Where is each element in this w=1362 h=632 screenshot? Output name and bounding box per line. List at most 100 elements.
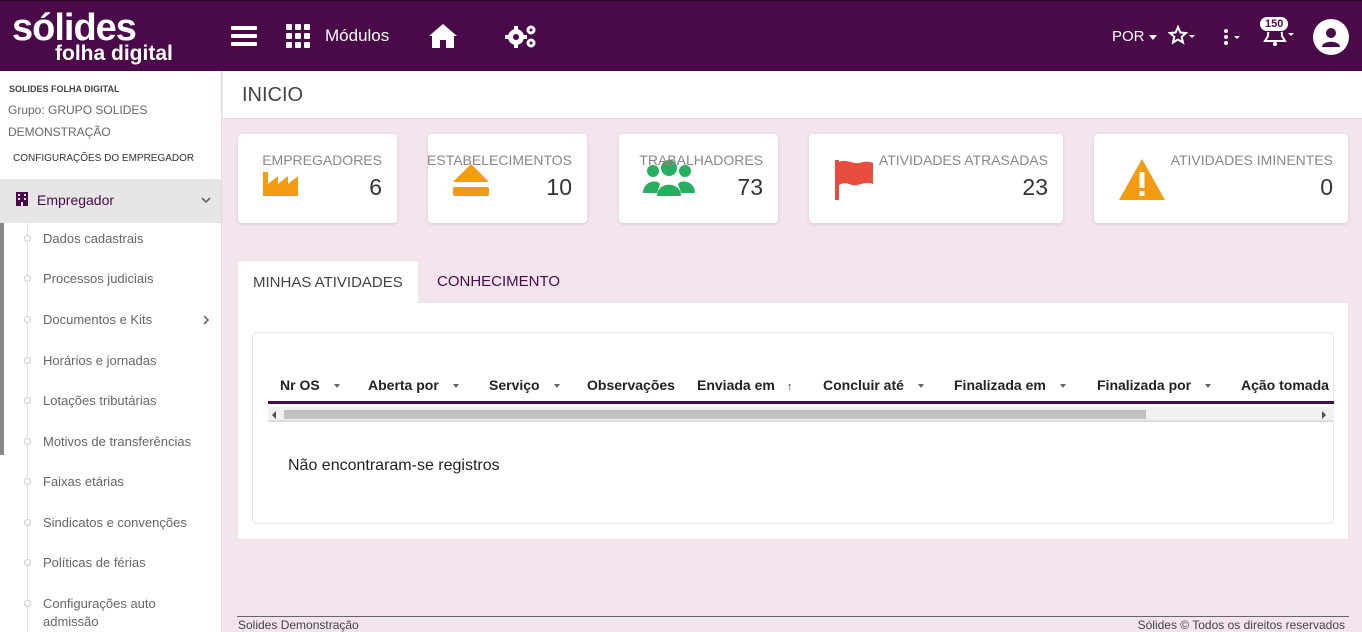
notifications-badge: 150 — [1259, 16, 1290, 32]
settings-gears-icon[interactable] — [504, 22, 538, 50]
sort-caret-icon — [1205, 384, 1212, 389]
tab-minhas-atividades[interactable]: MINHAS ATIVIDADES — [237, 260, 419, 303]
empty-table-message: Não encontraram-se registros — [288, 457, 500, 474]
sidebar-config-title: CONFIGURAÇÕES DO EMPREGADOR — [13, 153, 195, 164]
table-header-row: Nr OS Aberta por Serviço Observações Env… — [268, 372, 1334, 404]
sidebar-subitem[interactable]: Processos judiciais — [43, 270, 203, 288]
sidebar-subitem[interactable]: Configurações auto admissão — [43, 595, 203, 631]
chevron-right-icon — [203, 315, 210, 325]
sidebar-subitem[interactable]: Faixas etárias — [43, 473, 203, 491]
sidebar-subitem[interactable]: Motivos de transferências — [43, 433, 203, 451]
card-value: 10 — [546, 174, 572, 200]
card-trabalhadores[interactable]: TRABALHADORES 73 — [619, 134, 778, 223]
column-header-finalizada-em[interactable]: Finalizada em — [954, 377, 1066, 393]
scroll-left-arrow-icon[interactable] — [272, 411, 276, 419]
language-label: POR — [1112, 28, 1145, 45]
home-icon[interactable] — [428, 22, 458, 50]
footer-company: Solides Demonstração — [238, 618, 359, 632]
column-header-label: Finalizada em — [954, 377, 1046, 393]
sidebar-item-empregador[interactable]: Empregador — [0, 179, 221, 223]
sidebar-item-label: Empregador — [37, 192, 115, 208]
column-header-label: Ação tomada — [1241, 377, 1329, 393]
tree-node-dot — [24, 357, 31, 364]
tree-node-dot — [24, 275, 31, 282]
sidebar-subitem[interactable]: Documentos e Kits — [43, 311, 203, 329]
table-horizontal-scrollbar[interactable] — [268, 407, 1334, 422]
sort-caret-icon — [917, 384, 924, 389]
card-estabelecimentos[interactable]: ESTABELECIMENTOS 10 — [427, 134, 587, 223]
sidebar-tree-line — [27, 223, 28, 632]
table-container — [252, 332, 1334, 524]
modules-grid-icon[interactable] — [286, 24, 310, 48]
column-header-label: Aberta por — [368, 377, 439, 393]
tree-node-dot — [24, 235, 31, 242]
tree-node-dot — [24, 519, 31, 526]
top-navbar: sólides folha digital Módulos POR 150 — [0, 0, 1362, 71]
sidebar-subitem[interactable]: Horários e jornadas — [43, 352, 203, 370]
scrollbar-thumb[interactable] — [284, 410, 1146, 419]
card-value: 0 — [1320, 174, 1333, 200]
sort-ascending-icon: ↑ — [786, 381, 793, 393]
warning-icon — [1119, 159, 1165, 200]
tab-conhecimento[interactable]: CONHECIMENTO — [422, 260, 575, 303]
user-avatar-icon[interactable] — [1313, 19, 1349, 55]
solides-logo[interactable]: sólides folha digital — [12, 9, 173, 65]
column-header-label: Enviada em — [697, 377, 775, 393]
sidebar-subitem[interactable]: Sindicatos e convenções — [43, 514, 203, 532]
card-atividades-atrasadas[interactable]: ATIVIDADES ATRASADAS 23 — [809, 134, 1063, 223]
column-header-servico[interactable]: Serviço — [489, 377, 560, 393]
page-title: INICIO — [242, 84, 304, 106]
column-header-aberta-por[interactable]: Aberta por — [368, 377, 459, 393]
tree-node-dot — [24, 600, 31, 607]
sidebar-scrollbar[interactable] — [0, 223, 4, 455]
card-value: 6 — [369, 174, 382, 200]
column-header-label: Serviço — [489, 377, 540, 393]
sidebar: SOLIDES FOLHA DIGITAL Grupo: GRUPO SOLID… — [0, 71, 222, 632]
sort-caret-icon — [452, 384, 459, 389]
chevron-down-icon — [201, 197, 211, 204]
eject-icon — [453, 164, 489, 196]
sort-caret-icon — [333, 384, 340, 389]
column-header-concluir-ate[interactable]: Concluir até — [823, 377, 924, 393]
tree-node-dot — [24, 397, 31, 404]
card-label: ATIVIDADES ATRASADAS — [878, 152, 1048, 168]
more-options-icon[interactable] — [1221, 27, 1243, 47]
tree-node-dot — [24, 559, 31, 566]
tree-node-dot — [24, 316, 31, 323]
menu-toggle-icon[interactable] — [231, 26, 257, 46]
column-header-label: Concluir até — [823, 377, 904, 393]
sort-caret-icon — [1059, 384, 1066, 389]
column-header-label: Observações — [587, 377, 675, 393]
card-label: EMPREGADORES — [262, 152, 382, 168]
tree-node-dot — [24, 478, 31, 485]
card-value: 23 — [1022, 174, 1048, 200]
favorites-star-icon[interactable] — [1168, 25, 1196, 47]
card-value: 73 — [737, 174, 763, 200]
column-header-label: Finalizada por — [1097, 377, 1192, 393]
column-header-nr-os[interactable]: Nr OS — [280, 377, 340, 393]
card-label: ESTABELECIMENTOS — [427, 152, 572, 168]
tree-node-dot — [24, 438, 31, 445]
column-header-observacoes[interactable]: Observações — [587, 377, 675, 393]
chevron-down-icon — [1148, 34, 1157, 40]
sidebar-group-name: Grupo: GRUPO SOLIDES DEMONSTRAÇÃO — [8, 103, 148, 139]
language-dropdown[interactable]: POR — [1112, 28, 1157, 45]
sort-caret-icon — [553, 384, 560, 389]
column-header-label: Nr OS — [280, 377, 320, 393]
column-header-enviada-em[interactable]: Enviada em ↑ — [697, 377, 792, 393]
flag-icon — [835, 160, 873, 200]
sidebar-subitem[interactable]: Políticas de férias — [43, 554, 203, 572]
scroll-right-arrow-icon[interactable] — [1322, 411, 1326, 419]
sidebar-subitem[interactable]: Lotações tributárias — [43, 392, 203, 410]
sidebar-company-name: SOLIDES FOLHA DIGITAL — [9, 84, 120, 94]
footer-divider — [237, 616, 1349, 617]
sidebar-subitem[interactable]: Dados cadastrais — [43, 230, 203, 248]
column-header-acao-tomada[interactable]: Ação tomada — [1241, 377, 1329, 393]
card-empregadores[interactable]: EMPREGADORES 6 — [238, 134, 397, 223]
card-label: ATIVIDADES IMINENTES — [1170, 152, 1333, 168]
card-atividades-iminentes[interactable]: ATIVIDADES IMINENTES 0 — [1094, 134, 1348, 223]
column-header-finalizada-por[interactable]: Finalizada por — [1097, 377, 1212, 393]
footer-copyright: Sólides © Todos os direitos reservados — [1137, 618, 1345, 632]
building-icon — [16, 192, 28, 206]
modules-link[interactable]: Módulos — [325, 26, 389, 46]
